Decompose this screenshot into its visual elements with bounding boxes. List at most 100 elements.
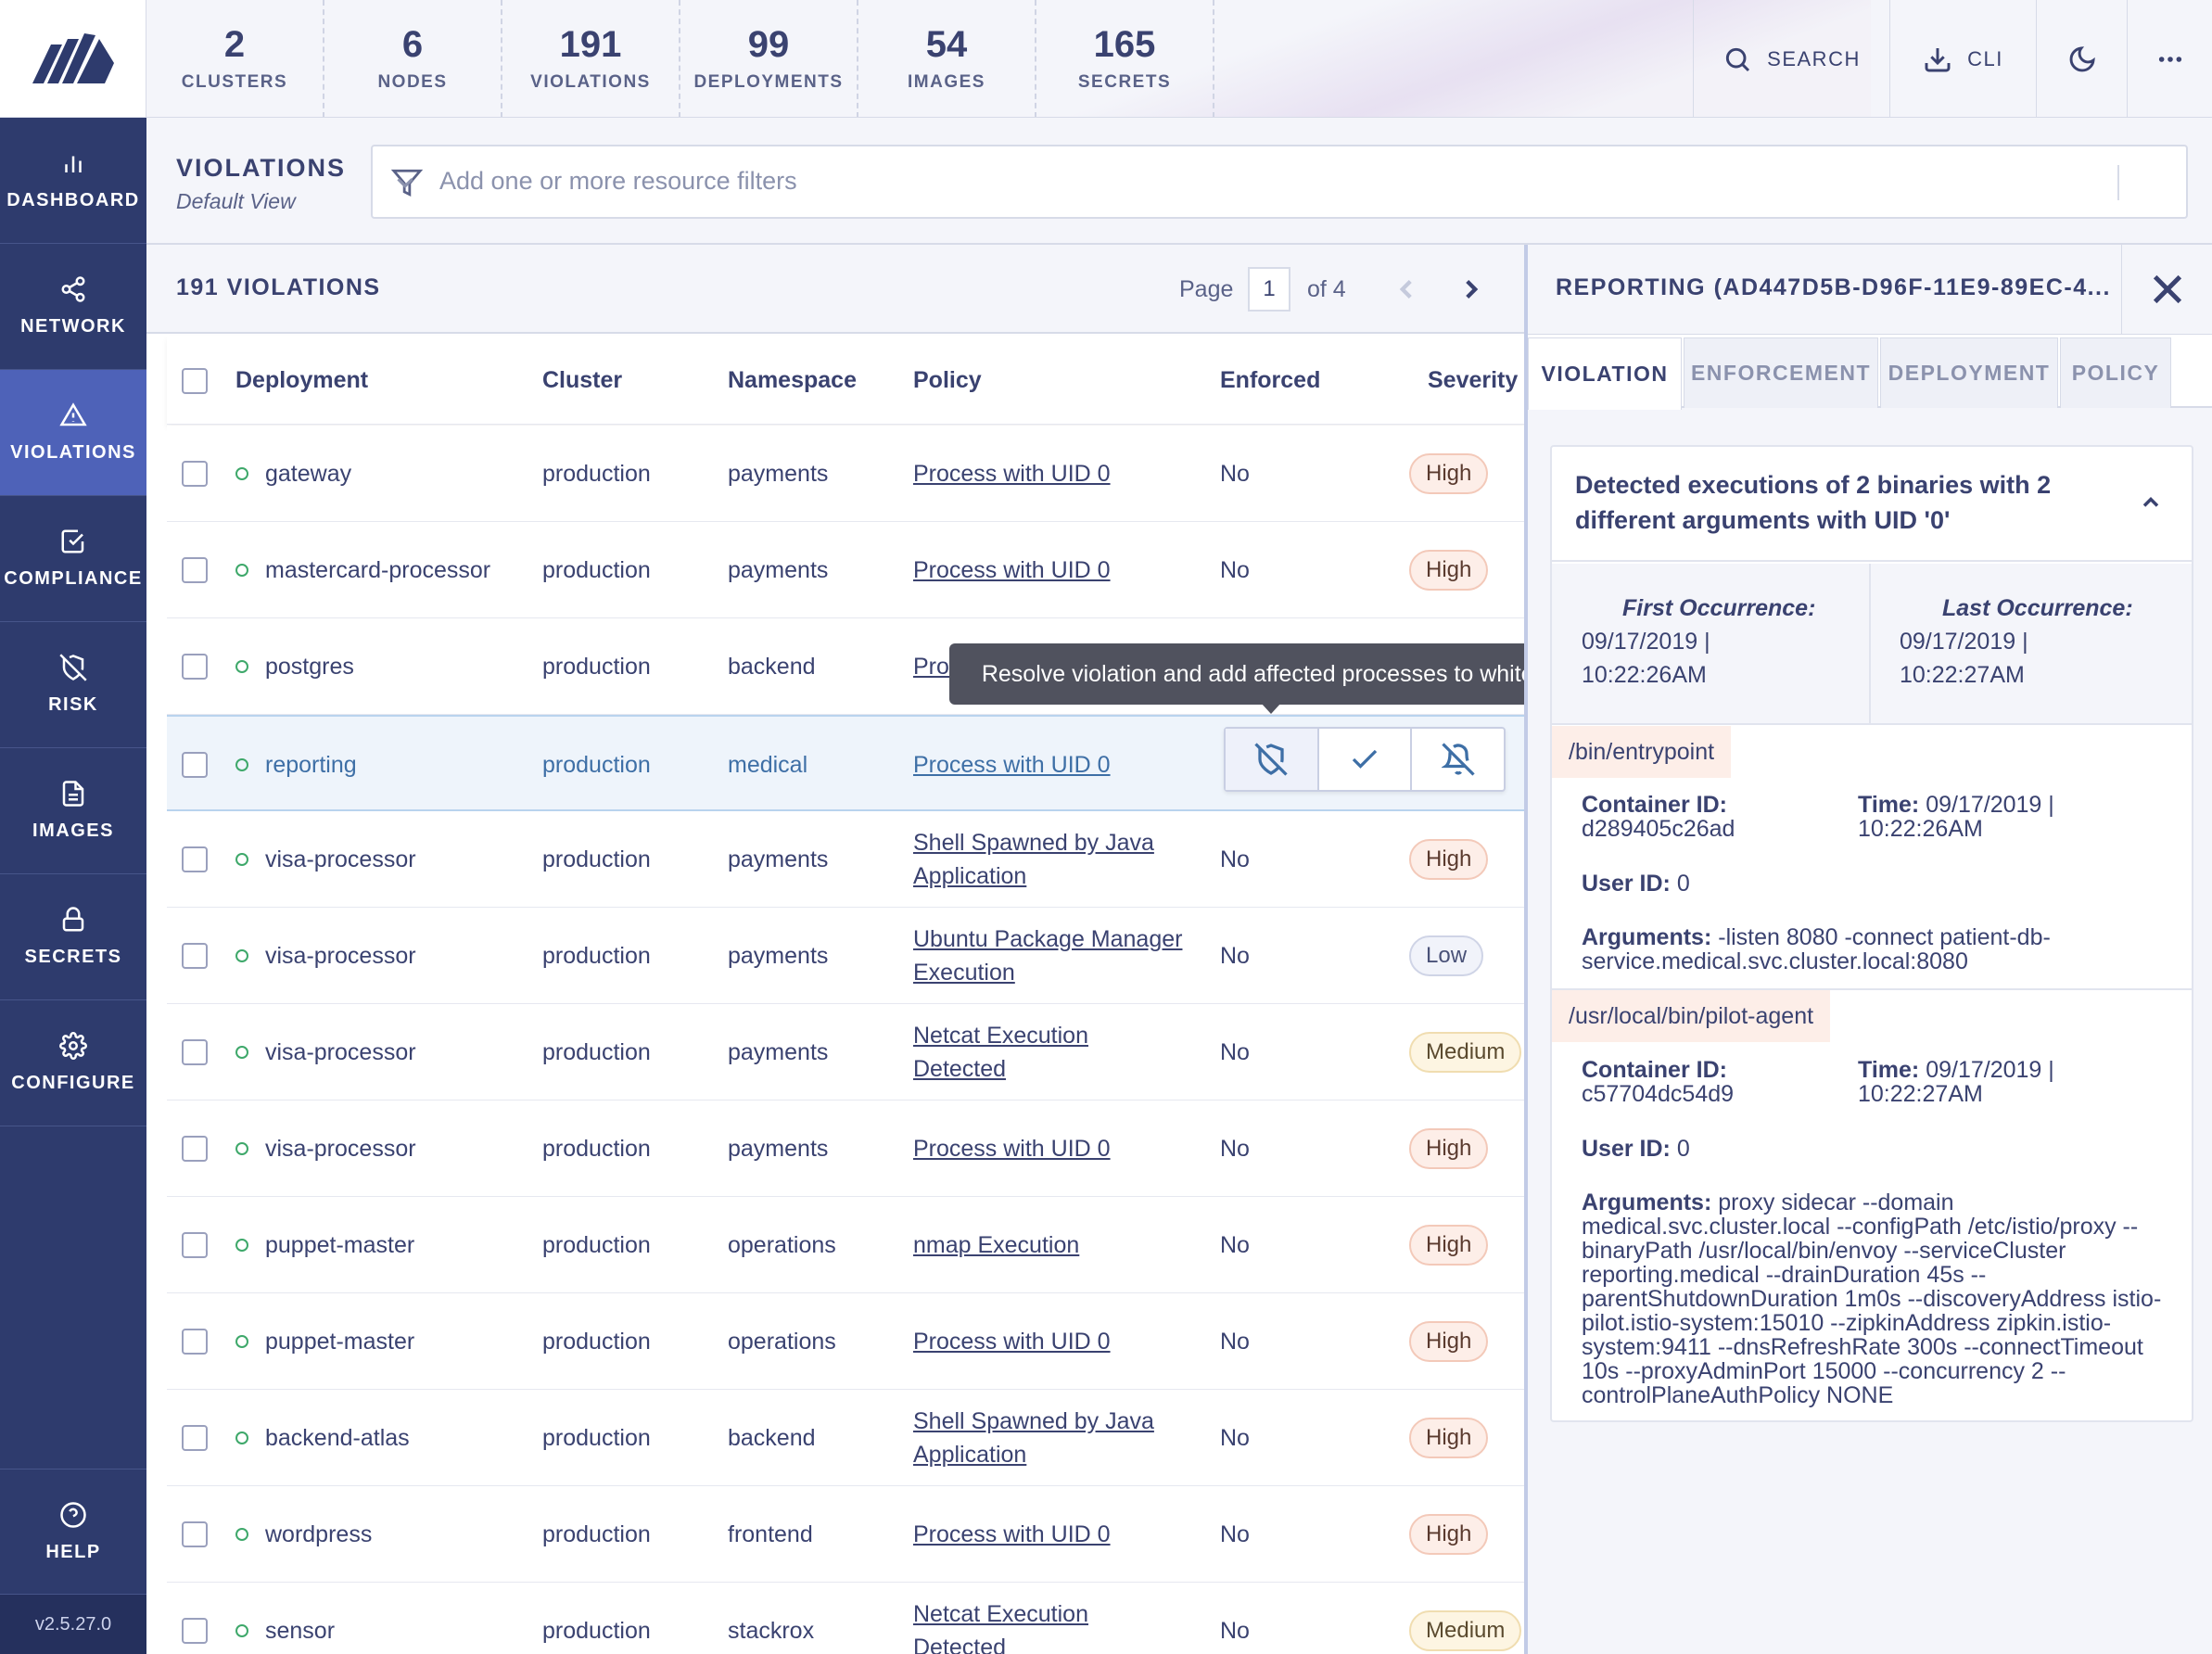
column-header-enforced[interactable]: Enforced	[1220, 367, 1320, 394]
column-header-policy[interactable]: Policy	[913, 367, 982, 394]
policy-link-line2[interactable]: Detected	[913, 1052, 1006, 1086]
policy-link[interactable]: Process with UID 0	[913, 457, 1111, 490]
stat-nodes[interactable]: 6 NODES	[324, 0, 502, 117]
search-button[interactable]: SEARCH	[1693, 0, 1889, 117]
row-checkbox[interactable]	[182, 1136, 208, 1162]
policy-link-line2[interactable]: Detected	[913, 1631, 1006, 1654]
table-row[interactable]: sensor production stackrox Netcat Execution…	[167, 1583, 1526, 1654]
deployment-cell[interactable]: reporting	[265, 748, 357, 782]
severity-badge: High	[1409, 550, 1489, 591]
policy-link[interactable]: Netcat Execution	[913, 1019, 1088, 1052]
stat-deployments[interactable]: 99 DEPLOYMENTS	[680, 0, 858, 117]
deployment-cell[interactable]: mastercard-processor	[265, 553, 490, 587]
tab-policy[interactable]: POLICY	[2060, 337, 2171, 408]
policy-link[interactable]: nmap Execution	[913, 1228, 1079, 1262]
deployment-cell[interactable]: backend-atlas	[265, 1421, 410, 1455]
nav-risk[interactable]: RISK	[0, 622, 146, 748]
column-header-cluster[interactable]: Cluster	[542, 367, 622, 394]
policy-link[interactable]: Ubuntu Package Manager	[913, 922, 1182, 956]
select-all-checkbox[interactable]	[182, 368, 208, 394]
row-checkbox[interactable]	[182, 1329, 208, 1355]
row-checkbox[interactable]	[182, 943, 208, 969]
policy-link[interactable]: Process with UID 0	[913, 1132, 1111, 1165]
cli-download-button[interactable]: CLI	[1889, 0, 2036, 117]
namespace-cell: operations	[728, 1232, 836, 1258]
stat-images[interactable]: 54 IMAGES	[858, 0, 1036, 117]
deployment-cell[interactable]: sensor	[265, 1614, 335, 1648]
cluster-cell: production	[542, 654, 651, 680]
row-checkbox[interactable]	[182, 1039, 208, 1065]
column-header-severity[interactable]: Severity	[1428, 367, 1518, 394]
deployment-cell[interactable]: wordpress	[265, 1518, 372, 1551]
policy-link-line2[interactable]: Application	[913, 1438, 1026, 1471]
row-checkbox[interactable]	[182, 1521, 208, 1547]
row-checkbox[interactable]	[182, 461, 208, 487]
deployment-cell[interactable]: visa-processor	[265, 843, 416, 876]
policy-link[interactable]: Netcat Execution	[913, 1597, 1088, 1631]
nav-violations[interactable]: VIOLATIONS	[0, 370, 146, 496]
close-panel-button[interactable]	[2121, 245, 2212, 334]
table-row[interactable]: backend-atlas production backend Shell Spaw…	[167, 1390, 1526, 1486]
page-number-input[interactable]: 1	[1248, 267, 1290, 312]
table-row[interactable]: puppet-master production operations nmap Ex…	[167, 1197, 1526, 1293]
table-row[interactable]: puppet-master production operations Process…	[167, 1293, 1526, 1390]
stat-clusters[interactable]: 2 CLUSTERS	[146, 0, 324, 117]
table-row[interactable]: visa-processor production payments Process …	[167, 1101, 1526, 1197]
deployment-cell[interactable]: visa-processor	[265, 939, 416, 973]
chevron-left-icon[interactable]	[1391, 273, 1422, 306]
chevron-right-icon[interactable]	[1456, 273, 1487, 306]
nav-images[interactable]: IMAGES	[0, 748, 146, 874]
theme-toggle-button[interactable]	[2036, 0, 2127, 117]
more-menu-button[interactable]	[2127, 0, 2212, 117]
chevron-up-icon[interactable]	[2138, 490, 2164, 515]
policy-link[interactable]: Process with UID 0	[913, 553, 1111, 587]
policy-link-line2[interactable]: Execution	[913, 956, 1015, 989]
deployment-cell[interactable]: puppet-master	[265, 1325, 414, 1358]
nav-network[interactable]: NETWORK	[0, 244, 146, 370]
row-checkbox[interactable]	[182, 557, 208, 583]
deployment-cell[interactable]: gateway	[265, 457, 351, 490]
row-checkbox[interactable]	[182, 654, 208, 680]
table-row[interactable]: visa-processor production payments Netcat E…	[167, 1004, 1526, 1101]
snooze-button[interactable]	[1412, 729, 1504, 790]
chevron-down-icon[interactable]	[391, 169, 419, 197]
policy-link[interactable]: Shell Spawned by Java	[913, 826, 1154, 859]
column-header-deployment[interactable]: Deployment	[235, 367, 368, 394]
deployment-cell[interactable]: puppet-master	[265, 1228, 414, 1262]
nav-dashboard[interactable]: DASHBOARD	[0, 118, 146, 244]
row-checkbox[interactable]	[182, 1618, 208, 1644]
table-row[interactable]: wordpress production frontend Process with …	[167, 1486, 1526, 1583]
tab-violation[interactable]: VIOLATION	[1528, 337, 1682, 410]
row-checkbox[interactable]	[182, 846, 208, 872]
policy-link[interactable]: Process with UID 0	[913, 748, 1111, 782]
tab-enforcement[interactable]: ENFORCEMENT	[1684, 337, 1878, 408]
stat-secrets[interactable]: 165 SECRETS	[1036, 0, 1214, 117]
policy-link[interactable]: Process with UID 0	[913, 1518, 1111, 1551]
column-header-namespace[interactable]: Namespace	[728, 367, 857, 394]
table-row[interactable]: visa-processor production payments Shell Sp…	[167, 811, 1526, 908]
tab-deployment[interactable]: DEPLOYMENT	[1880, 337, 2058, 408]
nav-secrets[interactable]: SECRETS	[0, 874, 146, 1000]
table-row[interactable]: visa-processor production payments Ubuntu P…	[167, 908, 1526, 1004]
resolve-and-whitelist-button[interactable]	[1226, 729, 1319, 790]
row-checkbox[interactable]	[182, 752, 208, 778]
table-row[interactable]: gateway production payments Process with UI…	[167, 426, 1526, 522]
resource-filter-input[interactable]: Add one or more resource filters	[371, 145, 2188, 219]
row-checkbox[interactable]	[182, 1232, 208, 1258]
policy-link[interactable]: Shell Spawned by Java	[913, 1405, 1154, 1438]
nav-help[interactable]: HELP	[0, 1469, 146, 1595]
policy-link-line2[interactable]: Application	[913, 859, 1026, 893]
logo[interactable]	[0, 0, 146, 118]
policy-link[interactable]: Process with UID 0	[913, 1325, 1111, 1358]
status-dot	[235, 1624, 248, 1637]
nav-configure[interactable]: CONFIGURE	[0, 1000, 146, 1126]
deployment-cell[interactable]: visa-processor	[265, 1132, 416, 1165]
nav-compliance[interactable]: COMPLIANCE	[0, 496, 146, 622]
row-checkbox[interactable]	[182, 1425, 208, 1451]
table-row[interactable]: mastercard-processor production payments Pr…	[167, 522, 1526, 618]
deployment-cell[interactable]: visa-processor	[265, 1036, 416, 1069]
stat-violations[interactable]: 191 VIOLATIONS	[502, 0, 680, 117]
resolve-button[interactable]	[1319, 729, 1413, 790]
cluster-cell: production	[542, 1136, 651, 1162]
deployment-cell[interactable]: postgres	[265, 650, 354, 683]
